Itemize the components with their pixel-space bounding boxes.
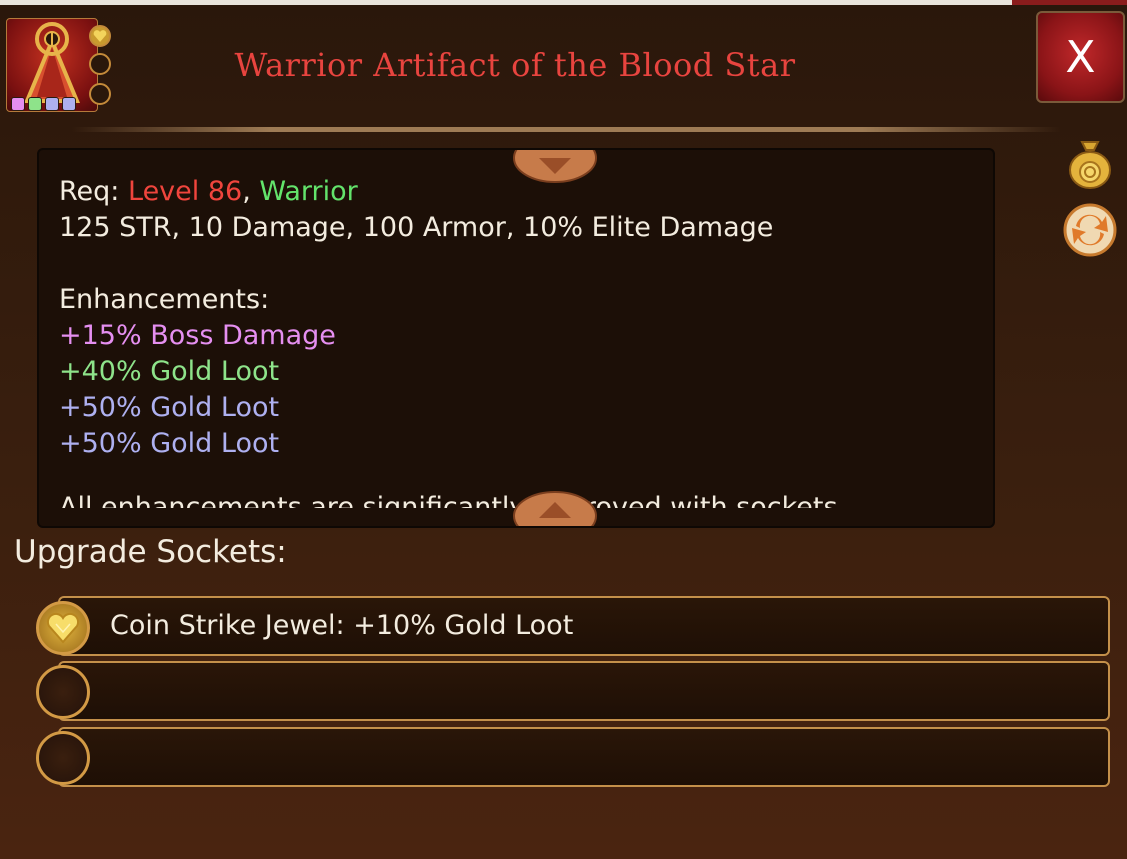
lavender-gem-dot: [62, 97, 76, 111]
enhancement-line: +15% Boss Damage: [59, 320, 336, 351]
req-class: Warrior: [259, 176, 358, 207]
header-divider: [72, 127, 1060, 132]
req-separator: ,: [242, 176, 251, 207]
gold-loot-bag-icon[interactable]: [1062, 134, 1118, 190]
enhancements-label: Enhancements:: [59, 284, 270, 315]
socket-row[interactable]: Coin Strike Jewel: +10% Gold Loot: [58, 596, 1110, 656]
item-description-panel[interactable]: Req: Level 86, Warrior 125 STR, 10 Damag…: [37, 148, 995, 528]
socket-label: Coin Strike Jewel: +10% Gold Loot: [110, 610, 574, 641]
description-text: Req: Level 86, Warrior 125 STR, 10 Damag…: [59, 174, 979, 462]
upgrade-sockets-header: Upgrade Sockets:: [14, 534, 287, 570]
close-button[interactable]: X: [1036, 11, 1125, 103]
req-label: Req:: [59, 176, 120, 207]
socket-row[interactable]: [58, 727, 1110, 787]
req-level: Level 86: [128, 176, 243, 207]
enhancement-line: +50% Gold Loot: [59, 428, 280, 459]
socket-row[interactable]: [58, 661, 1110, 721]
enhancement-line: +40% Gold Loot: [59, 356, 280, 387]
lavender-gem-dot: [45, 97, 59, 111]
top-edge-accent: [1012, 0, 1127, 5]
empty-socket-icon[interactable]: [36, 731, 90, 785]
base-stats: 125 STR, 10 Damage, 100 Armor, 10% Elite…: [59, 212, 774, 243]
mini-socket-empty-icon: [89, 83, 111, 105]
enhancement-line: +50% Gold Loot: [59, 392, 280, 423]
green-gem-dot: [28, 97, 42, 111]
requirement-line: Req: Level 86, Warrior: [59, 174, 979, 210]
gold-heart-jewel-icon[interactable]: [36, 601, 90, 655]
pink-gem-dot: [11, 97, 25, 111]
clipped-description-line: All enhancements are significantly impro…: [59, 492, 838, 508]
item-title: Warrior Artifact of the Blood Star: [234, 46, 796, 84]
mini-socket-filled-icon: [89, 25, 111, 47]
top-edge: [0, 0, 1127, 5]
empty-socket-icon[interactable]: [36, 665, 90, 719]
scroll-down-knob-icon[interactable]: [513, 490, 597, 528]
swap-arrows-icon[interactable]: [1062, 202, 1118, 258]
